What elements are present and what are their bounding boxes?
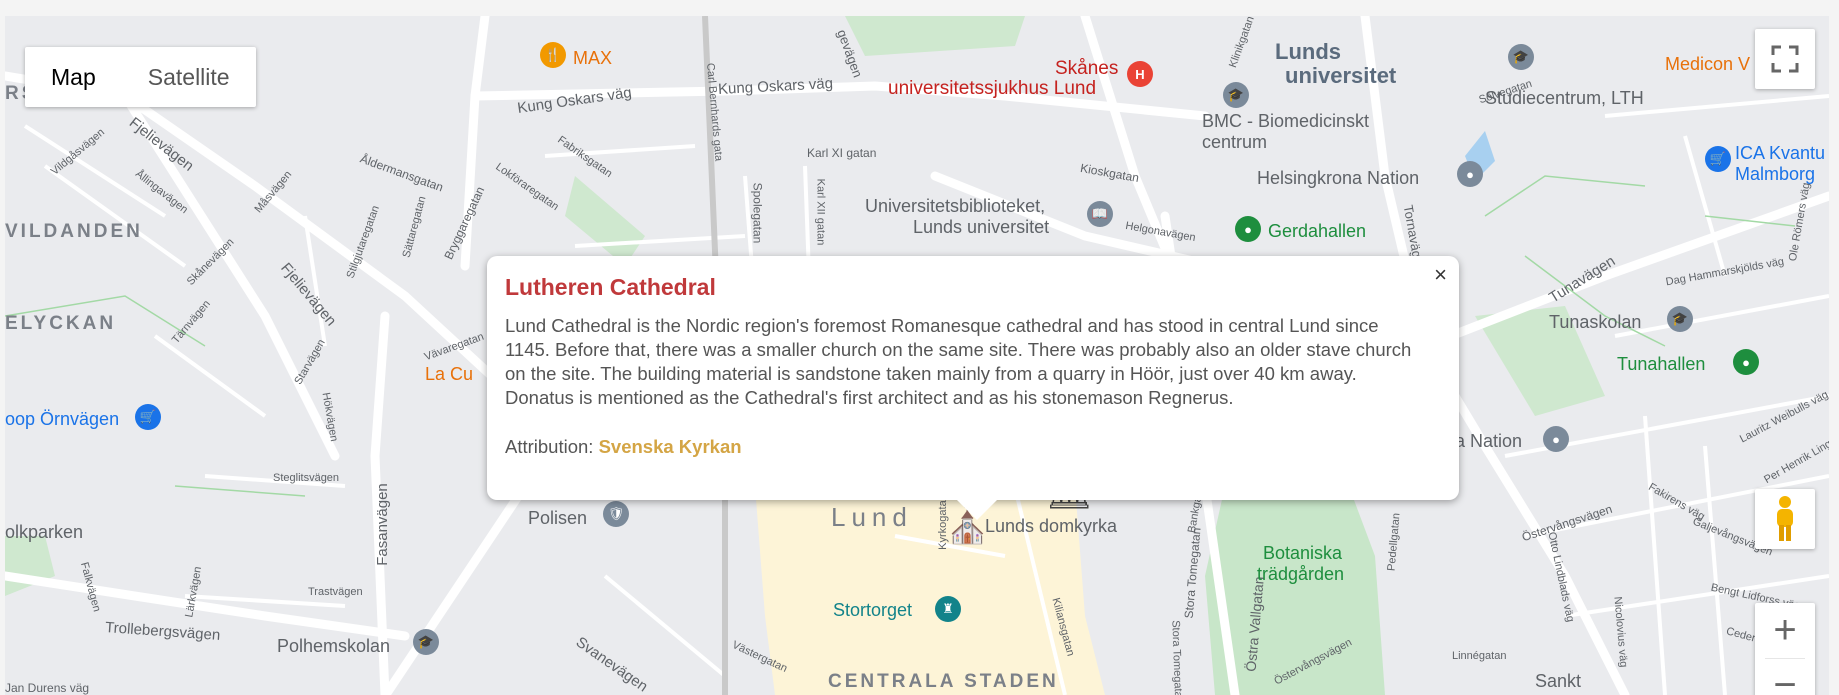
place-pin-icon[interactable]: ● [1733, 349, 1759, 375]
road-label: Steglitsvägen [273, 472, 340, 484]
road-label: Spolegatan [750, 182, 765, 244]
poi-label[interactable]: ICA Kvantu [1735, 143, 1825, 164]
poi-label[interactable]: Studiecentrum, LTH [1485, 88, 1644, 109]
poi-label[interactable]: universitet [1285, 64, 1396, 88]
school-icon[interactable]: 🎓 [1667, 306, 1693, 332]
district-label: ELYCKAN [5, 313, 117, 334]
district-label: Lund [831, 502, 913, 532]
fullscreen-button[interactable] [1755, 29, 1815, 89]
poi-label[interactable]: Lunds universitet [913, 217, 1049, 238]
tower-icon[interactable]: ♜ [935, 596, 961, 622]
road-label: Karl XI gatan [807, 146, 877, 160]
road-label: Jan Durens väg [5, 681, 90, 695]
road-label: Linnégatan [1452, 650, 1507, 662]
place-pin-icon[interactable]: ● [1543, 426, 1569, 452]
zoom-in-button[interactable]: + [1755, 603, 1815, 658]
poi-label[interactable]: olkparken [5, 522, 83, 543]
road-label: Fasanvägen [373, 483, 391, 566]
poi-label[interactable]: Skånes [1055, 58, 1118, 80]
poi-label[interactable]: Polisen [528, 508, 587, 529]
place-pin-icon[interactable]: ● [1235, 216, 1261, 242]
poi-label[interactable]: trädgården [1257, 564, 1344, 585]
zoom-out-button[interactable]: − [1755, 658, 1815, 695]
poi-label[interactable]: Gerdahallen [1268, 221, 1366, 242]
district-label: VILDANDEN [5, 221, 143, 242]
poi-label[interactable]: universitetssjukhus Lund [888, 78, 1096, 100]
road-label: Trastvägen [308, 586, 363, 598]
district-label: CENTRALA STADEN [828, 671, 1059, 692]
fullscreen-icon [1771, 45, 1799, 73]
info-window-body: Lund Cathedral is the Nordic region's fo… [505, 315, 1412, 408]
poi-label[interactable]: Sankt [1535, 671, 1581, 692]
poi-label[interactable]: La Cu [425, 364, 473, 385]
poi-label[interactable]: BMC - Biomedicinskt [1202, 111, 1369, 132]
police-icon[interactable]: 🛡 [603, 501, 629, 527]
map-type-satellite-button[interactable]: Satellite [122, 47, 256, 107]
info-window-title: Lutheren Cathedral [505, 274, 716, 300]
map-type-control: Map Satellite [25, 47, 256, 107]
attribution-link[interactable]: Svenska Kyrkan [599, 436, 742, 457]
poi-label[interactable]: Lunds [1275, 40, 1341, 64]
hospital-icon[interactable]: H [1127, 61, 1153, 87]
road-label: Karl XII gatan [814, 178, 827, 246]
poi-label[interactable]: Botaniska [1263, 543, 1342, 564]
attribution-label: Attribution: [505, 436, 594, 457]
poi-label[interactable]: Helsingkrona Nation [1257, 168, 1419, 189]
map-type-map-button[interactable]: Map [25, 47, 122, 107]
school-icon[interactable]: 🎓 [1508, 44, 1534, 70]
poi-label[interactable]: MAX [573, 48, 612, 69]
shopping-cart-icon[interactable]: 🛒 [1705, 146, 1731, 172]
attribution: Attribution: Svenska Kyrkan [505, 436, 742, 458]
poi-label[interactable]: Tunaskolan [1549, 312, 1641, 333]
poi-label[interactable]: Medicon V [1665, 54, 1750, 75]
poi-label[interactable]: Malmborg [1735, 164, 1815, 185]
poi-label[interactable]: Polhemskolan [277, 636, 390, 657]
street-view-button[interactable] [1755, 489, 1815, 549]
poi-label[interactable]: a Nation [1455, 431, 1522, 452]
poi-label[interactable]: Stortorget [833, 600, 912, 621]
pegman-icon [1777, 496, 1793, 541]
poi-label[interactable]: centrum [1202, 132, 1267, 153]
map-canvas[interactable]: RS FALAD VILDANDEN ELYCKAN Lund CENTRALA… [5, 16, 1829, 695]
place-pin-icon[interactable]: ● [1457, 161, 1483, 187]
poi-label[interactable]: Lunds domkyrka [985, 516, 1117, 537]
poi-label[interactable]: Universitetsbiblioteket, [865, 196, 1045, 217]
shopping-cart-icon[interactable]: 🛒 [135, 404, 161, 430]
school-icon[interactable]: 🎓 [1223, 82, 1249, 108]
close-button[interactable]: × [1434, 262, 1447, 288]
library-icon[interactable]: 📖 [1087, 201, 1113, 227]
school-icon[interactable]: 🎓 [413, 629, 439, 655]
poi-label[interactable]: Tunahallen [1617, 354, 1705, 375]
zoom-control: + − [1755, 603, 1815, 695]
info-window: Lutheren Cathedral × Lund Cathedral is t… [487, 256, 1459, 520]
poi-label[interactable]: oop Örnvägen [5, 409, 119, 430]
restaurant-icon[interactable]: 🍴 [540, 42, 566, 68]
